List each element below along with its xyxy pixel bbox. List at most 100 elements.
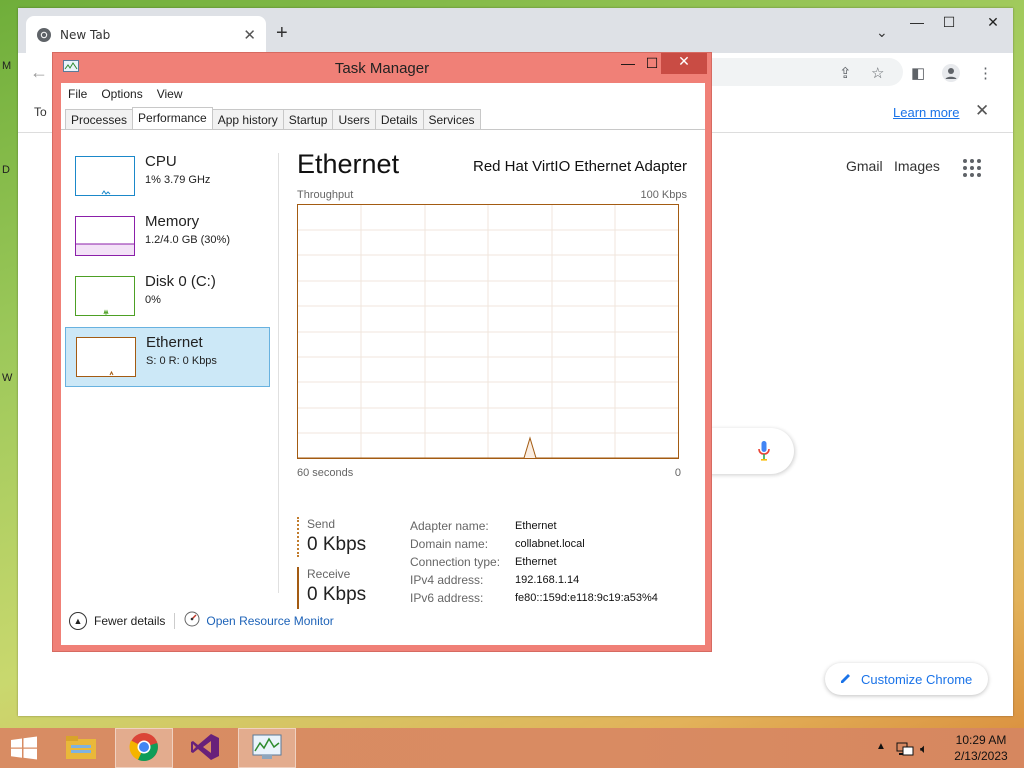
receive-value: 0 Kbps xyxy=(307,584,367,605)
task-manager-footer: ▲ Fewer details Open Resource Monitor xyxy=(69,611,334,630)
tab-performance[interactable]: Performance xyxy=(132,107,213,129)
visual-studio-icon xyxy=(190,732,220,765)
browser-tab[interactable]: New Tab ✕ xyxy=(26,16,266,53)
task-manager-window: Task Manager — ☐ ✕ File Options View Pro… xyxy=(52,52,712,652)
google-search-box[interactable] xyxy=(708,428,794,474)
taskbar-task-manager[interactable] xyxy=(238,728,296,768)
bookmark-star-icon[interactable]: ☆ xyxy=(871,64,884,82)
tab-divider xyxy=(61,129,705,130)
tab-processes[interactable]: Processes xyxy=(65,109,134,129)
disk-mini-graph xyxy=(75,276,135,316)
task-manager-body: File Options View Processes Performance … xyxy=(61,83,705,645)
ethernet-mini-graph xyxy=(76,337,136,377)
receive-stat: Receive 0 Kbps xyxy=(297,567,387,609)
menu-options[interactable]: Options xyxy=(101,87,142,101)
sidebar-item-label: Disk 0 (C:) xyxy=(145,273,216,290)
desktop-icon-label[interactable]: W xyxy=(2,372,12,384)
desktop-icon-label[interactable]: M xyxy=(2,60,11,72)
chevron-up-icon[interactable]: ▲ xyxy=(69,611,87,630)
task-manager-icon xyxy=(252,734,282,763)
sidebar-item-value: 0% xyxy=(145,294,161,306)
info-row: Adapter name: Ethernet xyxy=(410,517,658,535)
taskbar-file-explorer[interactable] xyxy=(52,728,110,768)
throughput-label: Throughput xyxy=(297,189,354,201)
open-resource-monitor-link[interactable]: Open Resource Monitor xyxy=(206,614,333,628)
tab-users[interactable]: Users xyxy=(332,109,376,129)
tab-bar: Processes Performance App history Startu… xyxy=(65,107,481,129)
info-value: fe80::159d:e118:9c19:a53%4 xyxy=(515,592,658,604)
time-right-label: 0 xyxy=(674,467,681,479)
google-apps-icon[interactable] xyxy=(963,159,981,177)
volume-icon[interactable]: 🔈︎ xyxy=(920,741,928,757)
gmail-link[interactable]: Gmail xyxy=(846,158,883,174)
info-key: Domain name: xyxy=(410,537,489,551)
system-clock[interactable]: 10:29 AM 2/13/2023 xyxy=(946,732,1016,764)
windows-start-icon[interactable] xyxy=(10,736,38,760)
taskbar-visual-studio[interactable] xyxy=(176,728,234,768)
profile-avatar-icon[interactable] xyxy=(942,64,960,86)
info-row: Connection type: Ethernet xyxy=(410,553,658,571)
taskbar: ▲ 🔈︎ 10:29 AM 2/13/2023 xyxy=(0,728,1024,768)
chrome-icon xyxy=(129,732,159,765)
voice-search-mic-icon[interactable] xyxy=(758,440,770,462)
clock-time: 10:29 AM xyxy=(955,733,1007,747)
info-row: IPv4 address: 192.168.1.14 xyxy=(410,571,658,589)
side-panel-icon[interactable]: ◧ xyxy=(911,64,925,82)
tab-title: New Tab xyxy=(60,27,111,42)
adapter-title: Red Hat VirtIO Ethernet Adapter xyxy=(472,158,687,175)
sidebar-item-cpu[interactable]: CPU 1% 3.79 GHz xyxy=(65,147,270,207)
customize-chrome-button[interactable]: Customize Chrome xyxy=(825,663,989,695)
desktop-icon-label[interactable]: D xyxy=(2,164,10,176)
images-link[interactable]: Images xyxy=(894,158,940,174)
new-tab-icon[interactable]: + xyxy=(276,22,288,45)
close-infobar-icon[interactable]: ✕ xyxy=(975,101,989,121)
sidebar-item-label: CPU xyxy=(145,153,177,170)
task-manager-titlebar[interactable]: Task Manager — ☐ ✕ xyxy=(53,53,711,83)
tab-app-history[interactable]: App history xyxy=(211,109,284,129)
minimize-icon[interactable]: — xyxy=(902,14,932,30)
performance-sidebar: CPU 1% 3.79 GHz Memory 1.2/4.0 GB (30%) … xyxy=(65,147,270,387)
sidebar-item-label: Memory xyxy=(145,213,200,230)
resource-monitor-icon xyxy=(184,611,200,630)
taskbar-chrome[interactable] xyxy=(115,728,173,768)
sidebar-item-value: S: 0 R: 0 Kbps xyxy=(146,355,217,367)
more-menu-icon[interactable]: ⋮ xyxy=(978,64,993,82)
show-hidden-icons-icon[interactable]: ▲ xyxy=(876,741,886,752)
sidebar-item-memory[interactable]: Memory 1.2/4.0 GB (30%) xyxy=(65,207,270,267)
share-icon[interactable]: ⇪ xyxy=(839,64,852,82)
customize-chrome-label: Customize Chrome xyxy=(861,671,973,687)
menu-file[interactable]: File xyxy=(68,87,87,101)
tab-startup[interactable]: Startup xyxy=(282,109,334,129)
maximize-icon[interactable]: ☐ xyxy=(934,14,964,31)
info-row: Domain name: collabnet.local xyxy=(410,535,658,553)
send-label: Send xyxy=(307,517,336,531)
send-value: 0 Kbps xyxy=(307,534,367,555)
fewer-details-link[interactable]: Fewer details xyxy=(94,614,165,628)
learn-more-link[interactable]: Learn more xyxy=(893,105,959,120)
receive-label: Receive xyxy=(307,567,351,581)
pencil-icon xyxy=(839,671,853,688)
sidebar-item-ethernet[interactable]: Ethernet S: 0 R: 0 Kbps xyxy=(65,327,270,387)
network-icon[interactable] xyxy=(896,741,914,760)
close-window-icon[interactable]: ✕ xyxy=(978,14,1008,31)
tm-close-icon[interactable]: ✕ xyxy=(661,53,707,74)
tab-details[interactable]: Details xyxy=(374,109,424,129)
info-value: collabnet.local xyxy=(515,538,585,550)
sidebar-item-value: 1% 3.79 GHz xyxy=(145,174,211,186)
back-arrow-icon[interactable]: ← xyxy=(30,62,48,83)
tab-services[interactable]: Services xyxy=(422,109,481,129)
adapter-info-table: Adapter name: Ethernet Domain name: collab… xyxy=(410,517,658,607)
menu-bar: File Options View xyxy=(61,83,705,105)
info-key: IPv6 address: xyxy=(410,591,484,605)
cpu-mini-graph xyxy=(75,156,135,196)
sidebar-item-label: Ethernet xyxy=(146,334,203,351)
resource-heading: Ethernet xyxy=(297,149,400,179)
info-row: IPv6 address: fe80::159d:e118:9c19:a53%4 xyxy=(410,589,658,607)
menu-view[interactable]: View xyxy=(157,87,183,101)
info-key: IPv4 address: xyxy=(410,573,484,587)
close-tab-icon[interactable]: ✕ xyxy=(243,26,256,44)
tab-search-chevron-icon[interactable]: ⌄ xyxy=(876,24,888,41)
info-value: Ethernet xyxy=(515,556,557,568)
sidebar-item-disk[interactable]: Disk 0 (C:) 0% xyxy=(65,267,270,327)
max-scale-label: 100 Kbps xyxy=(640,189,687,201)
